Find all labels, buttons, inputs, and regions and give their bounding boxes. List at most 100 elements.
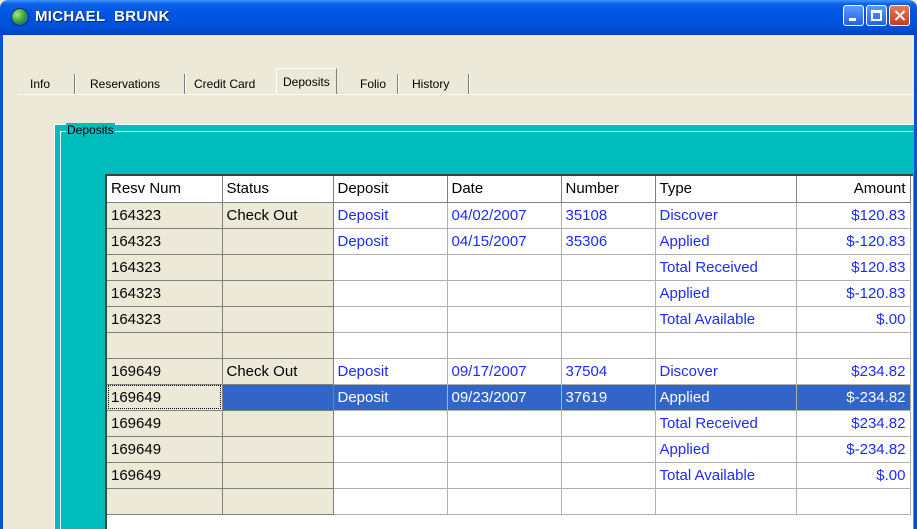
cell-date[interactable] bbox=[447, 488, 562, 515]
cell-deposit[interactable] bbox=[333, 254, 448, 281]
cell-status[interactable] bbox=[222, 280, 334, 307]
table-row[interactable]: 169649 Check Out Deposit 09/17/2007 37504 Dis… bbox=[107, 358, 911, 385]
table-row[interactable]: 164323 Total Received $120.83 bbox=[107, 254, 911, 281]
tab-credit-card[interactable]: Credit Card bbox=[188, 74, 261, 94]
cell-number[interactable] bbox=[561, 436, 656, 463]
cell-amount[interactable]: $.00 bbox=[796, 462, 911, 489]
cell-resv-num[interactable]: 164323 bbox=[107, 202, 223, 229]
cell-date[interactable]: 09/23/2007 bbox=[447, 384, 562, 411]
cell-amount[interactable] bbox=[796, 332, 911, 359]
cell-number[interactable] bbox=[561, 280, 656, 307]
cell-type[interactable]: Total Received bbox=[655, 254, 797, 281]
cell-amount[interactable]: $.00 bbox=[796, 306, 911, 333]
cell-number[interactable]: 35306 bbox=[561, 228, 656, 255]
cell-deposit[interactable] bbox=[333, 306, 448, 333]
cell-date[interactable] bbox=[447, 254, 562, 281]
cell-type[interactable] bbox=[655, 332, 797, 359]
col-header-type[interactable]: Type bbox=[655, 176, 797, 203]
cell-deposit[interactable]: Deposit bbox=[333, 202, 448, 229]
cell-deposit[interactable] bbox=[333, 436, 448, 463]
cell-number[interactable]: 37619 bbox=[561, 384, 656, 411]
cell-type[interactable] bbox=[655, 488, 797, 515]
cell-type[interactable]: Applied bbox=[655, 280, 797, 307]
table-row[interactable]: 164323 Deposit 04/15/2007 35306 Applied $-120… bbox=[107, 228, 911, 255]
cell-resv-num[interactable]: 169649 bbox=[107, 384, 223, 411]
cell-type[interactable]: Applied bbox=[655, 228, 797, 255]
cell-date[interactable] bbox=[447, 332, 562, 359]
cell-resv-num[interactable]: 169649 bbox=[107, 410, 223, 437]
cell-resv-num[interactable]: 169649 bbox=[107, 436, 223, 463]
table-row[interactable]: 164323 Total Available $.00 bbox=[107, 306, 911, 333]
cell-status[interactable] bbox=[222, 254, 334, 281]
cell-amount[interactable]: $234.82 bbox=[796, 410, 911, 437]
cell-type[interactable]: Total Available bbox=[655, 306, 797, 333]
col-header-amount[interactable]: Amount bbox=[796, 176, 911, 203]
cell-date[interactable] bbox=[447, 410, 562, 437]
cell-date[interactable]: 04/02/2007 bbox=[447, 202, 562, 229]
table-row[interactable] bbox=[107, 488, 911, 515]
col-header-status[interactable]: Status bbox=[222, 176, 334, 203]
cell-resv-num[interactable]: 164323 bbox=[107, 254, 223, 281]
cell-deposit[interactable]: Deposit bbox=[333, 384, 448, 411]
cell-status[interactable] bbox=[222, 332, 334, 359]
col-header-date[interactable]: Date bbox=[447, 176, 562, 203]
cell-deposit[interactable] bbox=[333, 332, 448, 359]
cell-amount[interactable] bbox=[796, 488, 911, 515]
tab-folio[interactable]: Folio bbox=[354, 74, 392, 94]
cell-resv-num[interactable] bbox=[107, 488, 223, 515]
cell-amount[interactable]: $-120.83 bbox=[796, 280, 911, 307]
table-row[interactable]: 169649 Deposit 09/23/2007 37619 Applied $-234… bbox=[107, 384, 911, 411]
col-header-resv-num[interactable]: Resv Num bbox=[107, 176, 223, 203]
cell-number[interactable] bbox=[561, 410, 656, 437]
cell-number[interactable] bbox=[561, 306, 656, 333]
cell-type[interactable]: Applied bbox=[655, 384, 797, 411]
cell-resv-num[interactable]: 164323 bbox=[107, 228, 223, 255]
cell-number[interactable] bbox=[561, 332, 656, 359]
globe-icon[interactable] bbox=[11, 8, 29, 26]
table-row[interactable]: 169649 Total Available $.00 bbox=[107, 462, 911, 489]
cell-status[interactable] bbox=[222, 410, 334, 437]
col-header-deposit[interactable]: Deposit bbox=[333, 176, 448, 203]
cell-number[interactable]: 35108 bbox=[561, 202, 656, 229]
minimize-icon[interactable] bbox=[843, 5, 864, 26]
cell-status[interactable] bbox=[222, 462, 334, 489]
cell-status[interactable] bbox=[222, 436, 334, 463]
deposits-grid[interactable]: Resv Num Status Deposit Date Number Type… bbox=[105, 174, 913, 529]
table-row[interactable] bbox=[107, 332, 911, 359]
cell-type[interactable]: Discover bbox=[655, 358, 797, 385]
cell-date[interactable] bbox=[447, 306, 562, 333]
table-row[interactable]: 169649 Applied $-234.82 bbox=[107, 436, 911, 463]
tab-info[interactable]: Info bbox=[24, 74, 56, 94]
cell-number[interactable] bbox=[561, 254, 656, 281]
title-bar[interactable]: MICHAEL BRUNK bbox=[0, 0, 917, 35]
cell-type[interactable]: Total Received bbox=[655, 410, 797, 437]
cell-deposit[interactable]: Deposit bbox=[333, 228, 448, 255]
table-row[interactable]: 164323 Check Out Deposit 04/02/2007 35108 Dis… bbox=[107, 202, 911, 229]
cell-status[interactable] bbox=[222, 384, 334, 411]
cell-deposit[interactable] bbox=[333, 488, 448, 515]
cell-amount[interactable]: $-120.83 bbox=[796, 228, 911, 255]
cell-date[interactable] bbox=[447, 462, 562, 489]
cell-deposit[interactable] bbox=[333, 280, 448, 307]
table-row[interactable]: 169649 Total Received $234.82 bbox=[107, 410, 911, 437]
cell-amount[interactable]: $120.83 bbox=[796, 202, 911, 229]
cell-number[interactable] bbox=[561, 488, 656, 515]
cell-resv-num[interactable]: 169649 bbox=[107, 358, 223, 385]
col-header-number[interactable]: Number bbox=[561, 176, 656, 203]
tab-history[interactable]: History bbox=[406, 74, 455, 94]
cell-deposit[interactable] bbox=[333, 410, 448, 437]
cell-resv-num[interactable]: 164323 bbox=[107, 306, 223, 333]
cell-amount[interactable]: $-234.82 bbox=[796, 384, 911, 411]
cell-number[interactable] bbox=[561, 462, 656, 489]
cell-amount[interactable]: $234.82 bbox=[796, 358, 911, 385]
cell-resv-num[interactable]: 164323 bbox=[107, 280, 223, 307]
tab-reservations[interactable]: Reservations bbox=[84, 74, 166, 94]
cell-status[interactable] bbox=[222, 488, 334, 515]
table-row[interactable]: 164323 Applied $-120.83 bbox=[107, 280, 911, 307]
maximize-icon[interactable] bbox=[866, 5, 887, 26]
cell-number[interactable]: 37504 bbox=[561, 358, 656, 385]
cell-deposit[interactable] bbox=[333, 462, 448, 489]
cell-amount[interactable]: $120.83 bbox=[796, 254, 911, 281]
cell-amount[interactable]: $-234.82 bbox=[796, 436, 911, 463]
cell-type[interactable]: Applied bbox=[655, 436, 797, 463]
